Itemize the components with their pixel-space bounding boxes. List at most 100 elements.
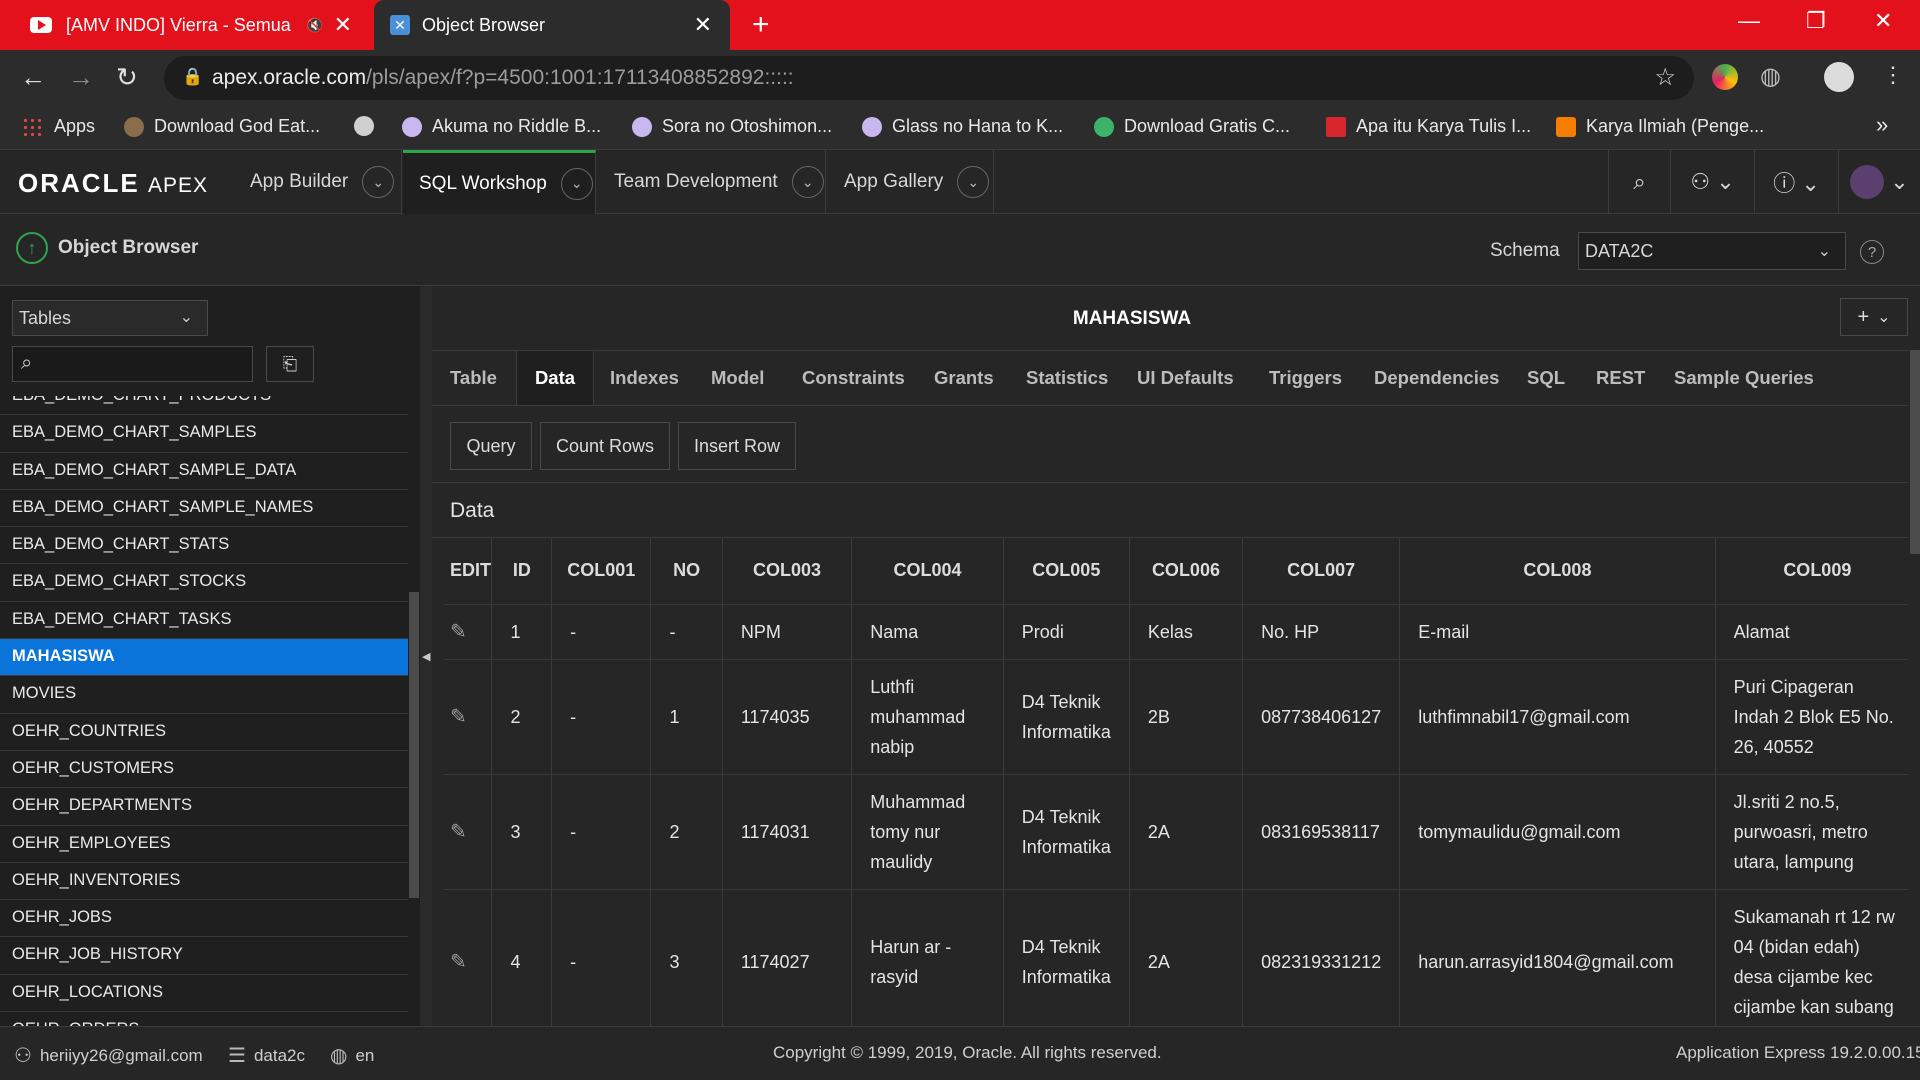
new-tab-icon[interactable]: + [752, 8, 770, 42]
edit-icon[interactable]: ✎ [450, 706, 467, 728]
muted-audio-icon[interactable]: 🔇 [306, 17, 323, 34]
column-header[interactable]: COL005 [1003, 538, 1130, 605]
column-header[interactable]: COL009 [1715, 538, 1920, 605]
bookmark-item[interactable]: Karya Ilmiah (Penge... [1556, 116, 1764, 137]
browser-menu-icon[interactable]: ⋮ [1882, 62, 1904, 88]
menu-sql-workshop[interactable]: SQL Workshop ⌄ [403, 150, 596, 214]
list-item-selected[interactable]: MAHASISWA [0, 639, 408, 677]
forward-icon[interactable]: → [68, 62, 94, 93]
column-header[interactable]: COL001 [551, 538, 652, 605]
url-bar[interactable]: 🔒 apex.oracle.com/pls/apex/f?p=4500:1001… [164, 56, 1694, 100]
list-item[interactable]: EBA_DEMO_CHART_SAMPLE_NAMES [0, 490, 408, 528]
menu-app-gallery[interactable]: App Gallery ⌄ [826, 150, 994, 214]
bookmarks-overflow-icon[interactable]: » [1876, 112, 1888, 138]
list-item[interactable]: EBA_DEMO_CHART_TASKS [0, 602, 408, 640]
tab-triggers[interactable]: Triggers [1269, 351, 1342, 405]
tab-statistics[interactable]: Statistics [1026, 351, 1108, 405]
edit-icon[interactable]: ✎ [450, 621, 467, 643]
chevron-down-icon[interactable]: ⌄ [957, 166, 990, 198]
profile-icon[interactable] [1824, 62, 1854, 92]
user-avatar[interactable]: ⌄ [1838, 150, 1920, 214]
list-item[interactable]: MOVIES [0, 676, 408, 714]
scrollbar-thumb[interactable] [409, 592, 419, 898]
tab-data[interactable]: Data [516, 351, 594, 405]
administration-icon[interactable]: ⚇ ⌄ [1670, 150, 1754, 214]
column-header[interactable]: NO [650, 538, 723, 605]
bookmark-apps[interactable]: Apps [22, 116, 95, 137]
tab-grants[interactable]: Grants [934, 351, 994, 405]
restore-icon[interactable]: ❐ [1806, 8, 1826, 34]
bookmark-item[interactable]: Glass no Hana to K... [862, 116, 1063, 137]
list-item[interactable]: OEHR_JOBS [0, 900, 408, 938]
tab-table[interactable]: Table [450, 351, 497, 405]
chevron-down-icon[interactable]: ⌄ [362, 166, 395, 198]
column-header[interactable]: COL003 [722, 538, 853, 605]
schema-select[interactable]: DATA2C ⌄ [1578, 232, 1846, 270]
search-icon[interactable]: ⌕ [1608, 150, 1670, 214]
collapse-left-icon[interactable]: ◀ [422, 650, 430, 663]
object-search-input[interactable] [51, 351, 247, 377]
menu-team-development[interactable]: Team Development ⌄ [596, 150, 826, 214]
footer-language[interactable]: ◍ en [330, 1043, 374, 1068]
tab-indexes[interactable]: Indexes [610, 351, 679, 405]
list-item[interactable]: OEHR_JOB_HISTORY [0, 937, 408, 975]
extension-icon[interactable] [1712, 64, 1738, 90]
close-tab-icon[interactable]: ✕ [694, 12, 712, 38]
list-item[interactable]: OEHR_EMPLOYEES [0, 826, 408, 863]
url-text[interactable]: apex.oracle.com/pls/apex/f?p=4500:1001:1… [212, 66, 794, 90]
close-window-icon[interactable]: ✕ [1874, 8, 1892, 34]
help-icon[interactable]: ? [1860, 240, 1884, 264]
reset-search-button[interactable]: ⎗ [266, 346, 314, 382]
list-item[interactable]: OEHR_INVENTORIES [0, 863, 408, 901]
menu-app-builder[interactable]: App Builder ⌄ [232, 150, 402, 214]
minimize-icon[interactable]: — [1738, 8, 1760, 34]
tab-sql[interactable]: SQL [1527, 351, 1565, 405]
list-item[interactable]: OEHR_DEPARTMENTS [0, 788, 408, 826]
panel-splitter[interactable]: ◀ [420, 286, 432, 1026]
bookmark-item[interactable]: Download God Eat... [124, 116, 320, 137]
edit-icon[interactable]: ✎ [450, 821, 467, 843]
scrollbar-thumb[interactable] [1910, 350, 1920, 554]
list-item[interactable]: OEHR_COUNTRIES [0, 714, 408, 751]
bookmark-star-icon[interactable]: ☆ [1654, 63, 1676, 92]
bookmark-item[interactable]: Apa itu Karya Tulis I... [1326, 116, 1531, 137]
chevron-down-icon[interactable]: ⌄ [791, 166, 824, 198]
list-item[interactable]: OEHR_CUSTOMERS [0, 751, 408, 789]
browser-tab-object-browser[interactable]: ✕ Object Browser ✕ [374, 0, 730, 50]
insert-row-button[interactable]: Insert Row [678, 422, 796, 470]
create-object-button[interactable]: + ⌄ [1840, 298, 1908, 336]
list-item[interactable]: EBA_DEMO_CHART_STOCKS [0, 564, 408, 602]
globe-extension-icon[interactable]: ◍ [1760, 62, 1781, 91]
list-item[interactable]: OEHR_ORDERS [0, 1012, 408, 1026]
list-item[interactable]: OEHR_LOCATIONS [0, 975, 408, 1013]
column-header[interactable]: COL004 [851, 538, 1004, 605]
up-arrow-icon[interactable]: ↑ [16, 232, 48, 264]
list-item[interactable]: EBA_DEMO_CHART_PRODUCTS [0, 396, 408, 416]
edit-icon[interactable]: ✎ [450, 951, 467, 973]
page-title[interactable]: ↑ Object Browser [16, 232, 198, 264]
bookmark-item[interactable]: Akuma no Riddle B... [402, 116, 601, 137]
footer-user[interactable]: ⚇ heriiyy26@gmail.com [14, 1043, 203, 1068]
bookmark-item[interactable] [354, 116, 384, 136]
tab-ui-defaults[interactable]: UI Defaults [1137, 351, 1234, 405]
tab-dependencies[interactable]: Dependencies [1374, 351, 1499, 405]
object-type-select[interactable]: Tables ⌄ [12, 300, 208, 336]
back-icon[interactable]: ← [20, 62, 46, 93]
object-list-scrollbar[interactable] [408, 286, 420, 1026]
list-item[interactable]: EBA_DEMO_CHART_SAMPLES [0, 415, 408, 453]
tab-model[interactable]: Model [711, 351, 764, 405]
object-search-field[interactable]: ⌕ [12, 346, 253, 382]
column-header[interactable]: COL008 [1399, 538, 1716, 605]
footer-workspace[interactable]: ☰ data2c [228, 1043, 305, 1068]
count-rows-button[interactable]: Count Rows [540, 422, 670, 470]
help-menu-icon[interactable]: ⓘ ⌄ [1754, 150, 1838, 214]
column-header[interactable]: COL007 [1242, 538, 1401, 605]
bookmark-item[interactable]: Sora no Otoshimon... [632, 116, 832, 137]
tab-rest[interactable]: REST [1596, 351, 1645, 405]
column-header[interactable]: ID [491, 538, 553, 605]
reload-icon[interactable]: ↻ [116, 62, 138, 93]
query-button[interactable]: Query [450, 422, 532, 470]
list-item[interactable]: EBA_DEMO_CHART_SAMPLE_DATA [0, 453, 408, 490]
tab-constraints[interactable]: Constraints [802, 351, 905, 405]
oracle-apex-logo[interactable]: ORACLE APEX [18, 168, 208, 199]
